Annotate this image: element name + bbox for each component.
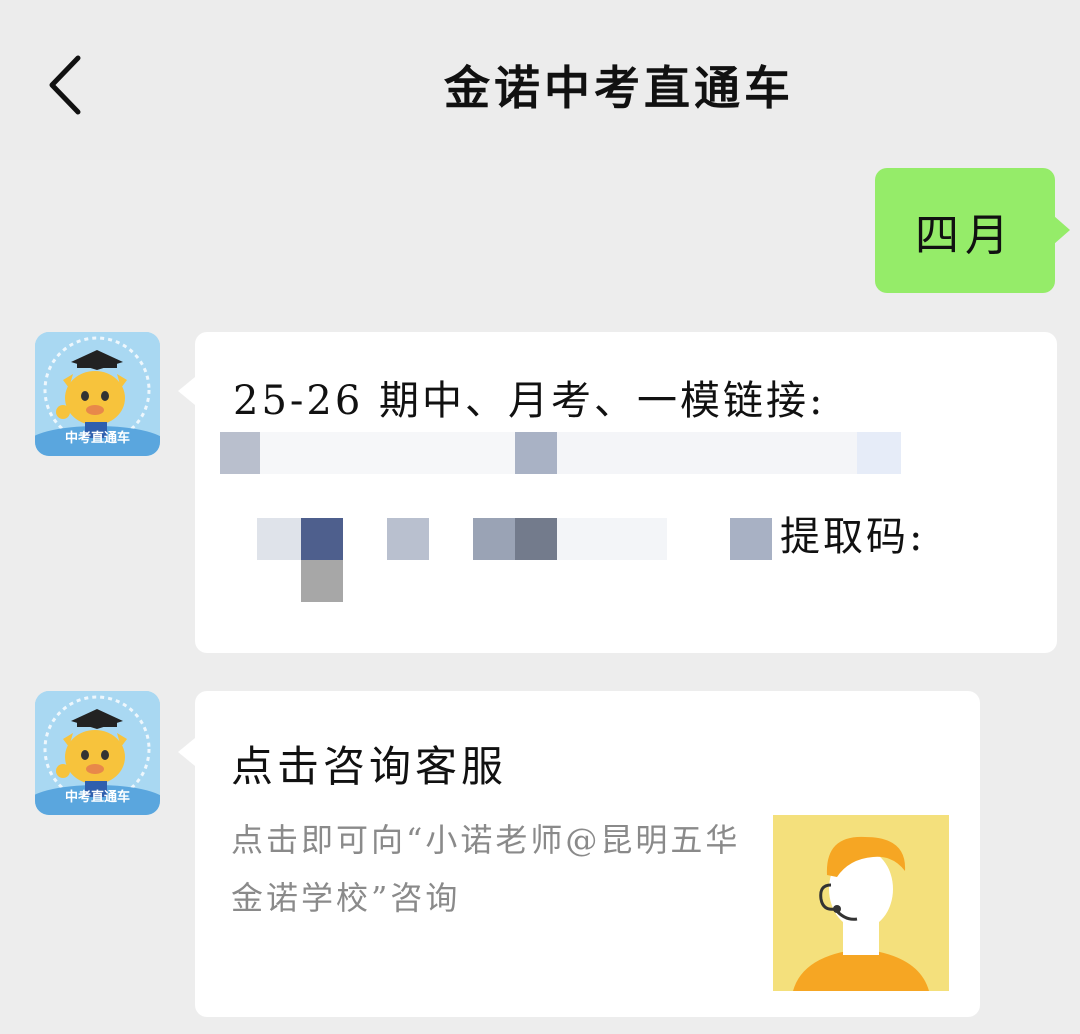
extraction-code-label: 提取码:	[780, 514, 926, 560]
top-nav-bar: 金诺中考直通车	[0, 0, 1080, 160]
outgoing-message-bubble[interactable]: 四月	[875, 168, 1055, 293]
avatar-label: 中考直通车	[64, 431, 130, 446]
incoming-message-bubble[interactable]: 25-26 期中、月考、一模链接: 提取码:	[195, 332, 1057, 653]
outgoing-bubble-tail	[1054, 216, 1070, 244]
card-title: 点击咨询客服	[231, 742, 508, 791]
incoming-bubble-tail	[178, 377, 195, 405]
page-title: 金诺中考直通车	[444, 61, 794, 115]
sender-avatar[interactable]: 中考直通车	[35, 691, 160, 815]
sender-avatar[interactable]: 中考直通车	[35, 332, 160, 456]
card-description: 点击即可向“小诺老师@昆明五华金诺学校”咨询	[231, 821, 741, 917]
incoming-bubble-tail	[178, 738, 195, 766]
avatar-label: 中考直通车	[64, 790, 130, 805]
customer-service-agent-icon	[773, 815, 949, 991]
consult-service-card[interactable]: 点击咨询客服 点击即可向“小诺老师@昆明五华金诺学校”咨询	[195, 691, 980, 1017]
customer-service-thumbnail	[773, 815, 949, 991]
chat-area[interactable]: 四月 中考直通车 25-26 期中、月考、一模链接: 提取码: 中考直通车 点击…	[0, 160, 1080, 1034]
message-text-line: 25-26 期中、月考、一模链接:	[233, 378, 826, 424]
